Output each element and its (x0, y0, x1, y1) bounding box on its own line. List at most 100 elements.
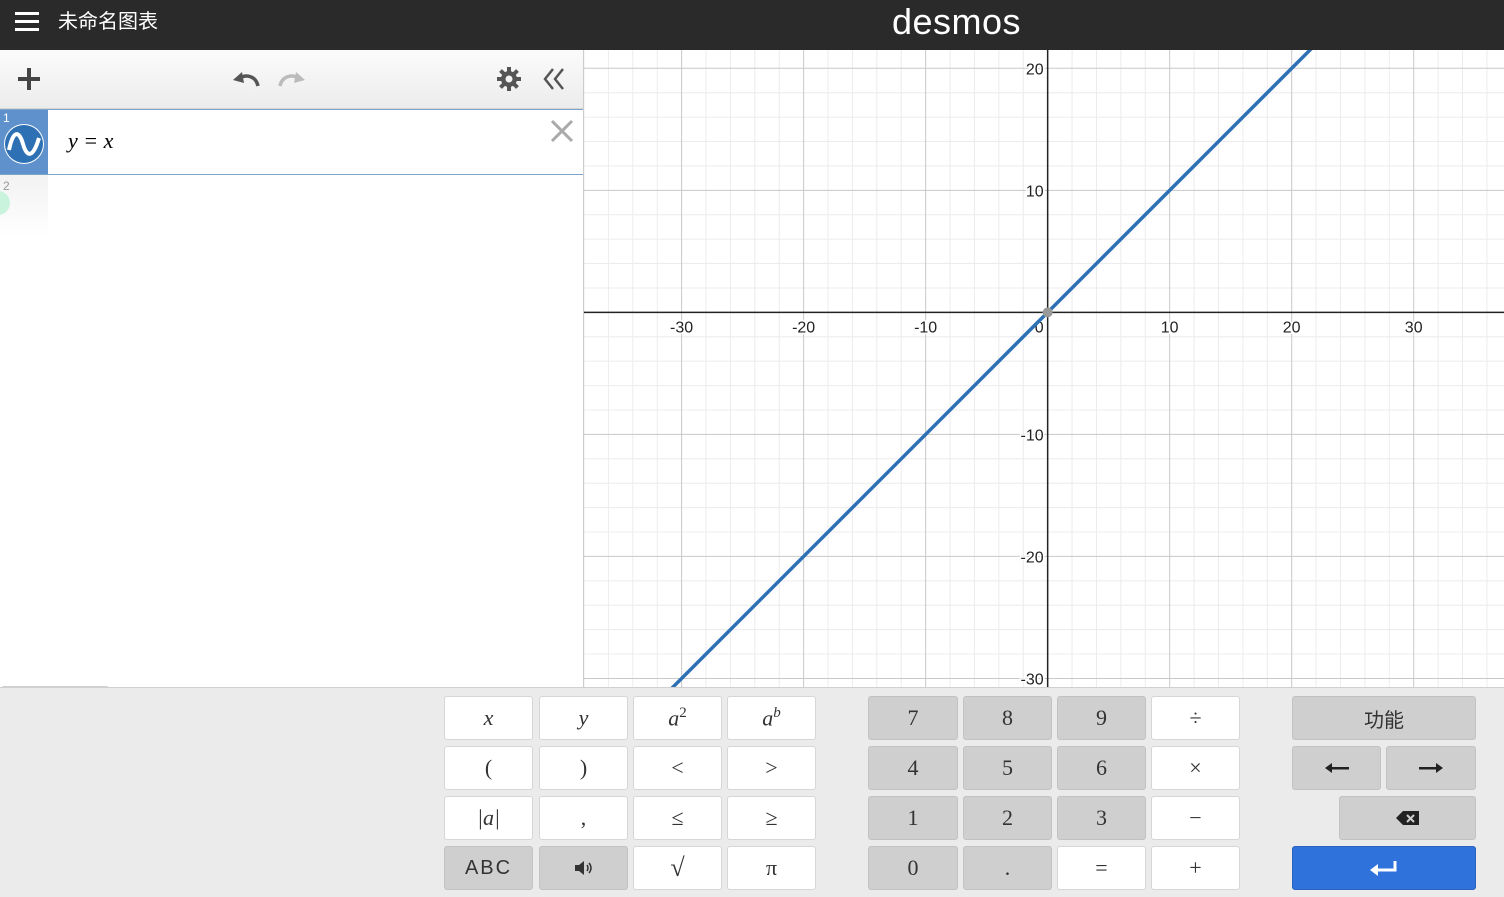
desmos-logo: desmos (892, 1, 1022, 42)
key-4[interactable]: 4 (868, 746, 958, 790)
key-label: 5 (1002, 755, 1013, 780)
key-less-equal[interactable]: ≤ (633, 796, 722, 840)
key-less-than[interactable]: < (633, 746, 722, 790)
key-label: > (765, 755, 778, 780)
key-label: y (578, 705, 589, 730)
expression-toolbar (0, 50, 583, 109)
key-label: |a| (476, 805, 501, 830)
redo-button[interactable] (276, 66, 308, 92)
key-7[interactable]: 7 (868, 696, 958, 740)
collapse-panel-button[interactable] (540, 66, 568, 92)
redo-icon (278, 72, 305, 87)
key-label: , (580, 805, 587, 830)
settings-button[interactable] (496, 66, 522, 92)
key-greater-than[interactable]: > (727, 746, 816, 790)
graph-paper[interactable]: -30 -20 -10 0 10 20 30 20 10 -10 -20 -30 (584, 50, 1504, 687)
key-2[interactable]: 2 (963, 796, 1052, 840)
y-tick-label: -10 (1021, 427, 1044, 444)
y-tick-label: 10 (1026, 183, 1044, 200)
key-label: 1 (907, 805, 919, 830)
key-label: 6 (1096, 755, 1107, 780)
key-label: ABC (464, 856, 513, 879)
key-plus[interactable]: + (1151, 846, 1240, 890)
key-sqrt[interactable]: √ (633, 846, 722, 890)
expression-row-1[interactable]: 1 y = x (0, 109, 583, 175)
key-cursor-right[interactable] (1386, 746, 1476, 790)
key-label: a (668, 705, 680, 731)
key-comma[interactable]: , (539, 796, 628, 840)
key-8[interactable]: 8 (963, 696, 1052, 740)
key-absolute-value[interactable]: |a| (444, 796, 533, 840)
key-divide[interactable]: ÷ (1151, 696, 1240, 740)
key-backspace[interactable] (1339, 796, 1476, 840)
undo-button[interactable] (230, 66, 262, 92)
key-1[interactable]: 1 (868, 796, 958, 840)
key-left-paren[interactable]: ( (444, 746, 533, 790)
key-label: ( (484, 755, 493, 780)
key-a-power-b[interactable]: ab (727, 696, 816, 740)
gear-icon (497, 67, 521, 91)
key-cursor-left[interactable] (1292, 746, 1381, 790)
key-a-squared[interactable]: a2 (633, 696, 722, 740)
key-multiply[interactable]: × (1151, 746, 1240, 790)
key-0[interactable]: 0 (868, 846, 958, 890)
key-label: 0 (907, 855, 919, 880)
key-label: ≥ (765, 805, 778, 830)
origin-point (1042, 307, 1053, 318)
graph-visibility-icon[interactable] (4, 124, 44, 164)
expression-tab-2[interactable]: 2 (0, 175, 48, 237)
x-tick-label: 10 (1161, 319, 1179, 336)
key-x[interactable]: x (444, 696, 533, 740)
key-label: x (483, 705, 494, 730)
key-label: × (1189, 755, 1202, 780)
menu-icon[interactable] (15, 10, 41, 36)
key-3[interactable]: 3 (1057, 796, 1146, 840)
key-label: ≤ (671, 805, 684, 830)
key-minus[interactable]: − (1151, 796, 1240, 840)
math-keypad: x y a2 ab ( ) < > |a| , ≤ ≥ ABC √ π 7 8 … (0, 687, 1504, 897)
y-tick-label: -30 (1021, 671, 1044, 687)
key-equals[interactable]: = (1057, 846, 1146, 890)
delete-expression-button[interactable] (549, 118, 575, 144)
expression-math[interactable]: y = x (68, 128, 113, 154)
y-tick-label: 20 (1026, 61, 1044, 78)
speaker-icon (574, 861, 592, 875)
key-abc[interactable]: ABC (444, 846, 533, 890)
key-right-paren[interactable]: ) (539, 746, 628, 790)
key-6[interactable]: 6 (1057, 746, 1146, 790)
key-label: 8 (1002, 705, 1013, 730)
key-superscript: b (773, 704, 781, 721)
key-label: 2 (1002, 805, 1013, 830)
x-tick-label: 30 (1405, 319, 1423, 336)
key-9[interactable]: 9 (1057, 696, 1146, 740)
expression-tab-1[interactable]: 1 (0, 110, 48, 174)
key-enter[interactable] (1292, 846, 1476, 890)
key-greater-equal[interactable]: ≥ (727, 796, 816, 840)
expression-index: 1 (3, 111, 10, 125)
key-decimal[interactable]: . (963, 846, 1052, 890)
key-audio[interactable] (539, 846, 628, 890)
key-label: < (671, 755, 684, 780)
x-tick-label: -30 (670, 319, 693, 336)
key-label: ) (579, 755, 588, 780)
key-functions[interactable]: 功能 (1292, 696, 1476, 740)
series-line-1 (670, 50, 1313, 687)
plus-icon (18, 68, 40, 90)
key-y[interactable]: y (539, 696, 628, 740)
expression-index: 2 (3, 179, 10, 193)
graph-canvas[interactable]: -30 -20 -10 0 10 20 302010-10-20-30 (584, 50, 1504, 687)
key-label: 3 (1096, 805, 1107, 830)
key-label: a (762, 705, 774, 731)
graph-title[interactable]: 未命名图表 (58, 10, 158, 34)
top-bar: 未命名图表 desmos (0, 0, 1504, 50)
key-label: 4 (907, 755, 919, 780)
new-expression-color-icon (0, 191, 10, 215)
wave-icon (5, 125, 43, 163)
key-pi[interactable]: π (727, 846, 816, 890)
key-label: 7 (907, 705, 919, 730)
key-5[interactable]: 5 (963, 746, 1052, 790)
add-item-button[interactable] (16, 66, 42, 92)
x-tick-label: 20 (1283, 319, 1301, 336)
key-label: ÷ (1189, 705, 1202, 730)
close-icon (550, 119, 574, 143)
